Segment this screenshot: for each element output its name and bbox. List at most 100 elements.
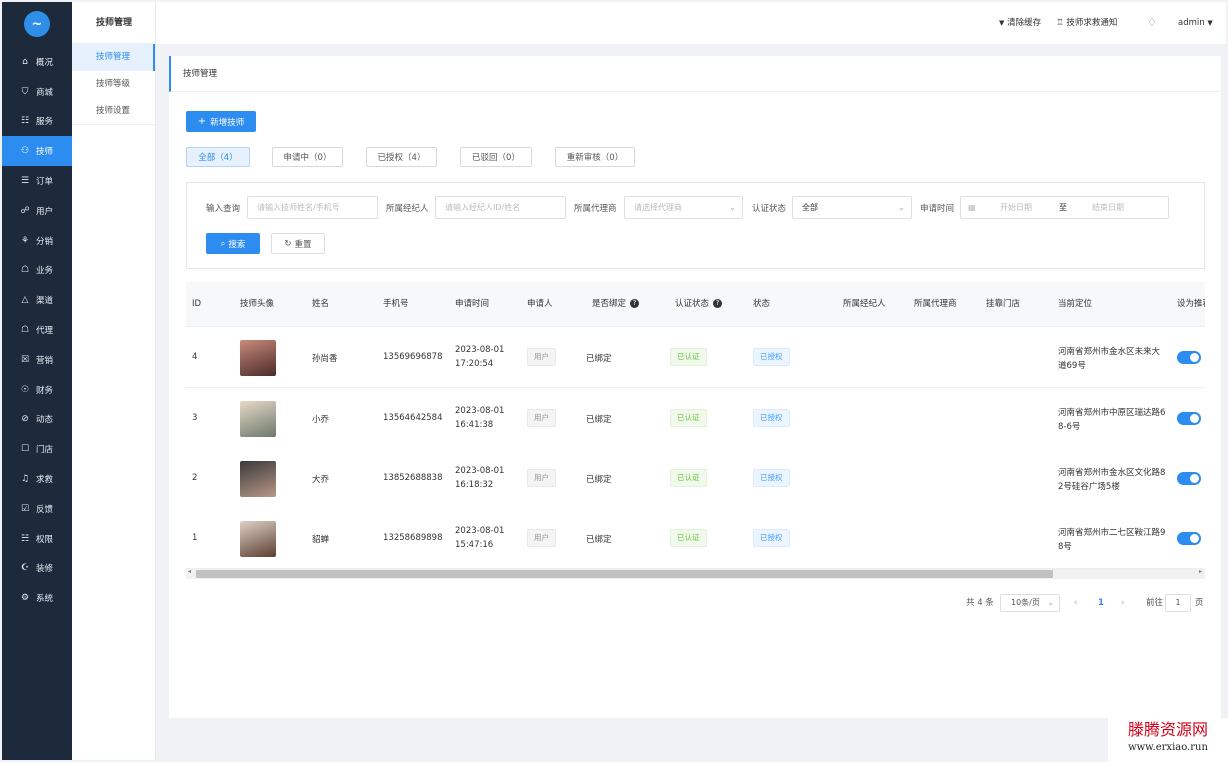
- scroll-right-icon[interactable]: ▸: [1199, 568, 1202, 575]
- end-date-placeholder: 结束日期: [1092, 203, 1124, 212]
- col-auth-status: 认证状态?: [675, 282, 723, 327]
- user-menu[interactable]: admin ▼: [1178, 2, 1213, 44]
- cell-location-line2: 道69号: [1058, 361, 1086, 371]
- sidebar-item[interactable]: ☐ 门店: [2, 434, 72, 464]
- goto-prefix: 前往: [1146, 598, 1164, 608]
- recommend-toggle[interactable]: [1177, 412, 1201, 425]
- reset-button[interactable]: ↻ 重置: [271, 233, 325, 254]
- sidebar-item[interactable]: ♫ 求救: [2, 464, 72, 494]
- recommend-toggle[interactable]: [1177, 351, 1201, 364]
- sidebar-item[interactable]: ⌂ 概况: [2, 47, 72, 77]
- scrollbar-thumb[interactable]: [196, 570, 1053, 578]
- sidebar-item[interactable]: ⊘ 动态: [2, 405, 72, 435]
- calendar-icon: ▦: [968, 203, 976, 212]
- tab-authorized[interactable]: 已授权（4）: [366, 147, 437, 167]
- sidebar-item-label: 权限: [36, 534, 54, 545]
- query-input[interactable]: 请输入技师姓名/手机号: [247, 196, 378, 219]
- sidebar-item[interactable]: ☍ 用户: [2, 196, 72, 226]
- date-range-separator: 至: [1059, 203, 1067, 212]
- sidebar-item[interactable]: ☷ 服务: [2, 107, 72, 137]
- clear-cache-link[interactable]: ▼ 清除缓存: [999, 2, 1041, 44]
- sidebar-item[interactable]: ☉ 财务: [2, 375, 72, 405]
- tab-rejected[interactable]: 已驳回（0）: [460, 147, 532, 167]
- caret-down-icon: ▼: [1207, 19, 1213, 27]
- col-recommend: 设为推荐: [1177, 299, 1205, 309]
- sidebar-item-label: 门店: [36, 445, 54, 456]
- add-technician-button[interactable]: + 新增技师: [186, 111, 256, 132]
- subnav-item-technician-settings[interactable]: 技师设置: [72, 98, 155, 125]
- sidebar-item-label: 反馈: [36, 504, 54, 515]
- help-icon[interactable]: ?: [630, 299, 640, 308]
- technician-avatar: [240, 521, 276, 557]
- recommend-toggle[interactable]: [1177, 532, 1201, 545]
- sidebar-item[interactable]: ☒ 营销: [2, 345, 72, 375]
- auth-status-tag: 已认证: [670, 469, 707, 487]
- broker-input[interactable]: 请输入经纪人ID/姓名: [435, 196, 566, 219]
- auth-status-select[interactable]: 全部 ⌄: [792, 196, 912, 219]
- watermark-title: 滕腾资源网: [1127, 720, 1208, 739]
- menu-icon: ☉: [20, 384, 30, 395]
- agent-select[interactable]: 请选择代理商 ⌄: [624, 196, 743, 219]
- agent-label: 所属代理商: [574, 204, 617, 214]
- page-size-select[interactable]: 10条/页 ⌄: [1000, 594, 1060, 612]
- table-row: 1 貂蝉 13258689898 2023-08-01 15:47:16 用户 已绑定 已认证…: [186, 508, 1205, 569]
- sidebar-item[interactable]: ☑ 反馈: [2, 494, 72, 524]
- sub-sidebar: 技师管理 技师管理 技师等级 技师设置: [72, 2, 156, 760]
- main-menu: ⌂ 概况 ⛉ 商城 ☷ 服务 ⚇ 技师 ☰ 订单 ☍ 用户 ⚘ 分销 ☖ 业务 △ 渠道 ☖ 代理 ☒ 营销 ☉ 财务 ⊘ 动态 ☐…: [2, 47, 72, 613]
- sidebar-item[interactable]: △ 渠道: [2, 285, 72, 315]
- cell-bind: 已绑定: [586, 354, 612, 364]
- sidebar-item[interactable]: ☖ 代理: [2, 315, 72, 345]
- cell-bind: 已绑定: [586, 415, 612, 425]
- cell-name: 大乔: [312, 475, 330, 485]
- help-icon[interactable]: ?: [713, 299, 723, 308]
- tab-all[interactable]: 全部（4）: [186, 147, 250, 167]
- scroll-left-icon[interactable]: ◂: [188, 568, 191, 575]
- menu-icon: ☵: [20, 533, 30, 544]
- goto-page-input[interactable]: 1: [1165, 594, 1191, 612]
- cell-name: 孙尚香: [312, 354, 338, 364]
- menu-icon: ☑: [20, 503, 30, 514]
- cell-apply-date: 2023-08-01: [455, 406, 505, 416]
- col-store: 挂靠门店: [986, 299, 1021, 309]
- cell-bind: 已绑定: [586, 475, 612, 485]
- subnav-item-technician-manage[interactable]: 技师管理: [72, 44, 155, 71]
- col-agent: 所属代理商: [914, 299, 957, 309]
- sidebar-item[interactable]: ☰ 订单: [2, 166, 72, 196]
- subnav-item-technician-level[interactable]: 技师等级: [72, 71, 155, 98]
- sidebar-item[interactable]: ☵ 权限: [2, 524, 72, 554]
- sidebar-item[interactable]: ⚘ 分销: [2, 226, 72, 256]
- cell-id: 4: [192, 352, 198, 362]
- menu-icon: ⚇: [20, 146, 30, 157]
- sidebar-item[interactable]: ☖ 业务: [2, 256, 72, 286]
- next-page-icon[interactable]: ›: [1121, 594, 1124, 612]
- chevron-down-icon: ⌄: [729, 203, 736, 212]
- top-header: ▼ 清除缓存 ♖ 技师求救通知 ♢ admin ▼: [156, 2, 1226, 44]
- page-size-value: 10条/页: [1011, 598, 1040, 607]
- menu-icon: ☷: [20, 116, 30, 127]
- bell-icon[interactable]: ♢: [1147, 2, 1157, 44]
- auth-status-value: 全部: [802, 203, 818, 212]
- tab-applying[interactable]: 申请中（0）: [272, 147, 343, 167]
- sidebar-item[interactable]: ⚇ 技师: [2, 136, 72, 167]
- date-range-picker[interactable]: ▦ 开始日期 至 结束日期: [960, 196, 1169, 219]
- menu-icon: ⚙: [20, 593, 30, 604]
- sub-sidebar-title: 技师管理: [72, 2, 155, 44]
- cell-name: 小乔: [312, 415, 330, 425]
- sidebar-item-label: 财务: [36, 385, 54, 396]
- table-horizontal-scrollbar[interactable]: ◂ ▸: [186, 568, 1205, 579]
- cell-location-line1: 河南省郑州市金水区未来大: [1058, 347, 1161, 357]
- prev-page-icon[interactable]: ‹: [1074, 594, 1077, 612]
- app-logo[interactable]: ~: [24, 11, 50, 37]
- recommend-toggle[interactable]: [1177, 472, 1201, 485]
- sidebar-item[interactable]: ☪ 装修: [2, 554, 72, 584]
- sidebar-item-label: 技师: [36, 147, 54, 158]
- sidebar-item[interactable]: ⛉ 商城: [2, 77, 72, 107]
- tab-recheck[interactable]: 重新审核（0）: [555, 147, 635, 167]
- notify-link[interactable]: ♖ 技师求救通知: [1056, 2, 1117, 44]
- query-label: 输入查询: [206, 204, 241, 214]
- sidebar-item[interactable]: ⚙ 系统: [2, 583, 72, 613]
- search-button[interactable]: ⌕ 搜索: [206, 233, 260, 254]
- cell-location-line1: 河南省郑州市二七区鞍江路9: [1058, 528, 1166, 538]
- menu-icon: ☪: [20, 563, 30, 574]
- page-number-current[interactable]: 1: [1098, 594, 1104, 612]
